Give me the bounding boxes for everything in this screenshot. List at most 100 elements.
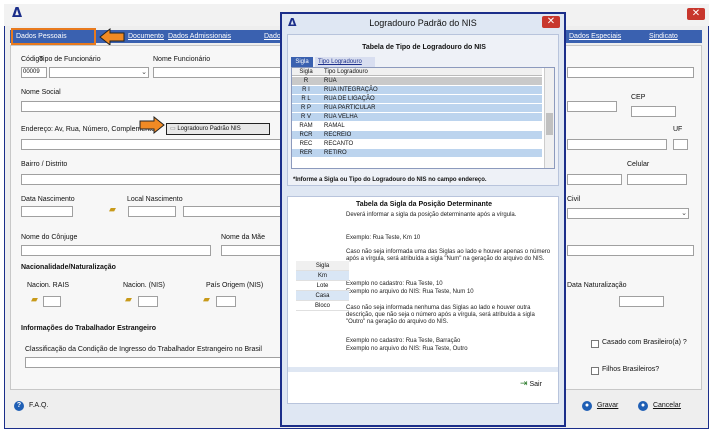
tab-dados-admissionais[interactable]: Dados Admissionais [165, 30, 260, 43]
cep-input[interactable] [631, 106, 676, 117]
app-logo-icon: Δ [12, 6, 23, 21]
local-nascimento-input[interactable] [183, 206, 281, 217]
sigla-item: Bloco [296, 301, 349, 311]
codigo-input[interactable]: 00009 [21, 67, 47, 78]
mae-input[interactable] [221, 245, 281, 256]
tab-sigla[interactable]: Sigla [291, 57, 313, 67]
modal-title: Logradouro Padrão do NIS [369, 18, 477, 28]
sair-label: Sair [529, 381, 542, 388]
nome-social-label: Nome Social [21, 89, 61, 96]
nome-social-input-right[interactable] [567, 101, 617, 112]
table-row[interactable]: R V RUA VELHA [292, 113, 542, 121]
sigla-item: Casa [296, 291, 349, 301]
tab-sindicato[interactable]: Sindicato [646, 30, 702, 43]
filhos-checkbox[interactable] [591, 367, 599, 375]
filhos-label: Filhos Brasileiros? [602, 366, 660, 373]
bairro-input[interactable] [21, 174, 281, 185]
casado-label: Casado com Brasileiro(a) ? [602, 339, 687, 346]
table-header: Sigla Tipo Logradouro [292, 68, 542, 76]
conjuge-input[interactable] [21, 245, 211, 256]
p6a: Exemplo no cadastro: Rua Teste, Barração [346, 338, 461, 344]
pais-origem-input[interactable] [216, 296, 236, 307]
faq-button[interactable]: ? F.A.Q. [14, 401, 48, 411]
endereco-input[interactable] [21, 139, 281, 150]
section-divider [288, 367, 558, 372]
folder-icon[interactable]: ▰ [31, 294, 38, 305]
conjuge-label: Nome do Cônjuge [21, 234, 78, 241]
arrow-icon [139, 116, 165, 134]
p1: Deverá informar a sigla da posição deter… [346, 212, 517, 218]
tipo-funcionario-label: Tipo de Funcionário [39, 56, 101, 63]
estado-civil-label: Civil [567, 196, 581, 203]
classificacao-input[interactable] [25, 357, 281, 368]
p4b: Exemplo no arquivo do NIS: Rua Teste, Nu… [346, 289, 474, 295]
p5: Caso não seja informada nenhuma das Sigl… [346, 305, 535, 325]
estado-civil-select[interactable]: ⌄ [567, 208, 689, 219]
nacion-nis-input[interactable] [138, 296, 158, 307]
uf-input[interactable] [673, 139, 688, 150]
estrangeiro-header: Informações do Trabalhador Estrangeiro [21, 325, 156, 332]
tab-dados-especiais[interactable]: Dados Especiais [566, 30, 644, 43]
local-nascimento-label: Local Nascimento [127, 196, 183, 203]
nacion-rais-label: Nacion. RAIS [27, 282, 70, 289]
sair-button[interactable]: ⇥ Sair [520, 378, 542, 389]
logradouro-modal: Δ Logradouro Padrão do NIS ✕ Tabela de T… [280, 12, 566, 427]
data-nascimento-input[interactable] [21, 206, 73, 217]
table-scrollbar[interactable] [544, 68, 554, 168]
bairro-label: Bairro / Distrito [21, 161, 68, 168]
table-row[interactable]: R I RUA INTEGRAÇÃO [292, 86, 542, 94]
pai-input[interactable] [567, 245, 694, 256]
folder-icon[interactable]: ▰ [125, 294, 132, 305]
sigla-posicao-section: Tabela da Sigla da Posição Determinante … [287, 196, 559, 404]
tipo-funcionario-select[interactable]: ⌄ [49, 67, 149, 78]
col-tipo: Tipo Logradouro [324, 69, 368, 75]
sec2-title: Tabela da Sigla da Posição Determinante [355, 201, 493, 208]
tab-dados-pessoais[interactable]: Dados Pessoais [11, 28, 96, 45]
sigla-table: Sigla Km Lote Casa Bloco [296, 261, 349, 311]
info-note: *Informe a Sigla ou Tipo do Logradouro d… [293, 177, 487, 183]
table-row[interactable]: R RUA [292, 77, 542, 85]
logradouro-padrao-button[interactable]: ▭ Logradouro Padrão NIS [166, 123, 270, 135]
p6b: Exemplo no arquivo do NIS: Rua Teste, Ou… [346, 346, 468, 352]
sigla-item: Km [296, 271, 349, 281]
logradouro-table: Sigla Tipo Logradouro R RUA R I RUA INTEGR… [291, 67, 555, 169]
folder-icon[interactable]: ▰ [109, 204, 116, 215]
help-icon: ? [14, 401, 24, 411]
tab-dados[interactable]: Dados [261, 30, 281, 43]
folder-icon[interactable]: ▰ [203, 294, 210, 305]
chevron-down-icon: ⌄ [681, 210, 687, 217]
table-row[interactable]: RAM RAMAL [292, 122, 542, 130]
save-icon: ● [582, 401, 592, 411]
nacion-rais-input[interactable] [43, 296, 61, 307]
gravar-button[interactable]: ● Gravar [582, 401, 618, 411]
table-row[interactable]: RCR RECREIO [292, 131, 542, 139]
celular-input[interactable] [627, 174, 687, 185]
nome-funcionario-input[interactable] [153, 67, 281, 78]
nome-funcionario-input-right[interactable] [567, 67, 694, 78]
sigla-header: Sigla [296, 261, 349, 271]
table-row[interactable]: RER RETIRO [292, 149, 542, 157]
data-naturalizacao-label: Data Naturalização [567, 282, 627, 289]
table-row[interactable]: R L RUA DE LIGAÇÃO [292, 95, 542, 103]
modal-close-button[interactable]: ✕ [542, 16, 560, 28]
nacion-nis-label: Nacion. (NIS) [123, 282, 166, 289]
tab-tipo-logradouro[interactable]: Tipo Logradouro [315, 57, 375, 67]
data-naturalizacao-input[interactable] [619, 296, 664, 307]
p2: Exemplo: Rua Teste, Km 10 [346, 235, 421, 241]
nome-funcionario-label: Nome Funcionário [153, 56, 211, 63]
nome-social-input[interactable] [21, 101, 281, 112]
data-nascimento-label: Data Nascimento [21, 196, 75, 203]
p3: Caso não seja informada uma das Siglas a… [346, 249, 551, 262]
scrollbar-thumb[interactable] [546, 113, 553, 135]
telefone-input[interactable] [567, 174, 622, 185]
table-row[interactable]: R P RUA PARTICULAR [292, 104, 542, 112]
endereco-input-right[interactable] [567, 139, 667, 150]
table-row[interactable]: REC RECANTO [292, 140, 542, 148]
cancelar-button[interactable]: ● Cancelar [638, 401, 681, 411]
mae-label: Nome da Mãe [221, 234, 265, 241]
casado-checkbox[interactable] [591, 340, 599, 348]
local-nascimento-code-input[interactable] [128, 206, 176, 217]
celular-label: Celular [627, 161, 650, 168]
chevron-down-icon: ⌄ [141, 69, 147, 76]
close-button[interactable]: ✕ [687, 8, 705, 20]
